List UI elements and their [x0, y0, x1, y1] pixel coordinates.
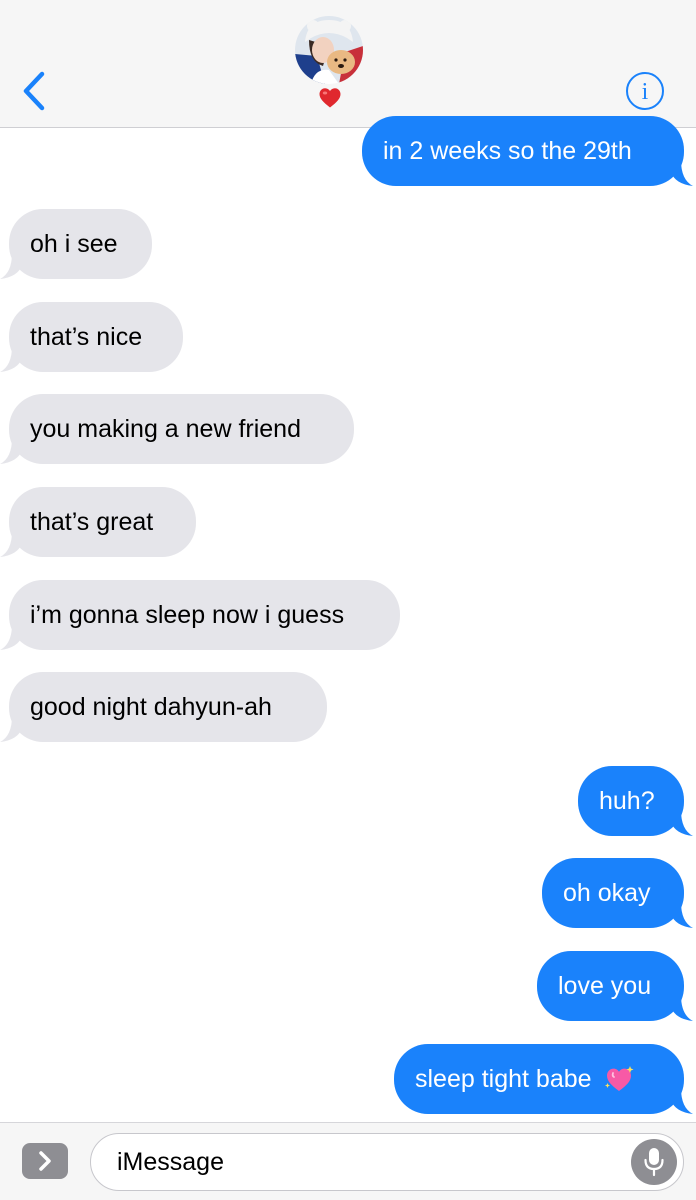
info-icon: i: [642, 79, 649, 104]
back-button[interactable]: [14, 66, 54, 116]
svg-text:i: i: [642, 79, 649, 104]
bubble-tail: [671, 995, 693, 1021]
message-bubble-received[interactable]: you making a new friend: [0, 394, 354, 464]
message-bubble-sent[interactable]: in 2 weeks so the 29th: [362, 116, 693, 186]
message-text: oh i see: [30, 229, 118, 258]
bubble-tail: [671, 160, 693, 186]
message-text: you making a new friend: [30, 414, 301, 443]
message-text: love you: [558, 971, 652, 1000]
bubble-tail: [0, 716, 22, 742]
bubble-tail: [671, 1088, 693, 1114]
message-text: huh?: [599, 786, 655, 815]
message-bubble-sent[interactable]: love you: [537, 951, 693, 1021]
bubble-tail: [0, 531, 22, 557]
compose-bar: [0, 1122, 696, 1200]
chevron-right-icon: [39, 1151, 51, 1171]
app-drawer-button[interactable]: [22, 1143, 68, 1179]
message-text: oh okay: [563, 878, 651, 907]
bubble-tail: [0, 253, 22, 279]
dictation-button[interactable]: [631, 1139, 677, 1185]
chevron-left-icon: [23, 71, 45, 111]
message-bubble-received[interactable]: that’s great: [0, 487, 196, 557]
info-button[interactable]: i: [626, 72, 664, 110]
message-text: that’s great: [30, 507, 154, 536]
message-list[interactable]: in 2 weeks so the 29th oh i see that’s n…: [0, 116, 696, 1114]
microphone-icon: [644, 1148, 664, 1177]
message-bubble-received[interactable]: i’m gonna sleep now i guess: [0, 580, 400, 650]
avatar-photo: [295, 16, 363, 84]
sparkling-heart-emoji: [604, 1066, 634, 1091]
bubble-tail: [0, 438, 22, 464]
message-input-field[interactable]: [90, 1133, 684, 1191]
message-text: i’m gonna sleep now i guess: [30, 600, 345, 629]
message-bubble-received[interactable]: good night dahyun-ah: [0, 672, 327, 742]
bubble-tail: [671, 902, 693, 928]
message-bubble-sent[interactable]: huh?: [578, 766, 693, 836]
message-text: sleep tight babe: [415, 1064, 592, 1093]
bubble-tail: [0, 346, 22, 372]
red-heart-emoji: [319, 88, 341, 108]
message-bubble-received[interactable]: oh i see: [0, 209, 152, 279]
message-bubble-received[interactable]: that’s nice: [0, 302, 183, 372]
message-input[interactable]: [117, 1144, 617, 1180]
bubble-tail: [671, 810, 693, 836]
message-bubble-sent[interactable]: oh okay: [542, 858, 693, 928]
message-text: good night dahyun-ah: [30, 692, 272, 721]
conversation-header: i: [0, 0, 696, 128]
message-bubble-sent[interactable]: sleep tight babe: [394, 1044, 693, 1114]
message-text: in 2 weeks so the 29th: [383, 136, 632, 165]
bubble-tail: [0, 624, 22, 650]
contact-avatar[interactable]: [295, 16, 363, 84]
message-text: that’s nice: [30, 322, 143, 351]
